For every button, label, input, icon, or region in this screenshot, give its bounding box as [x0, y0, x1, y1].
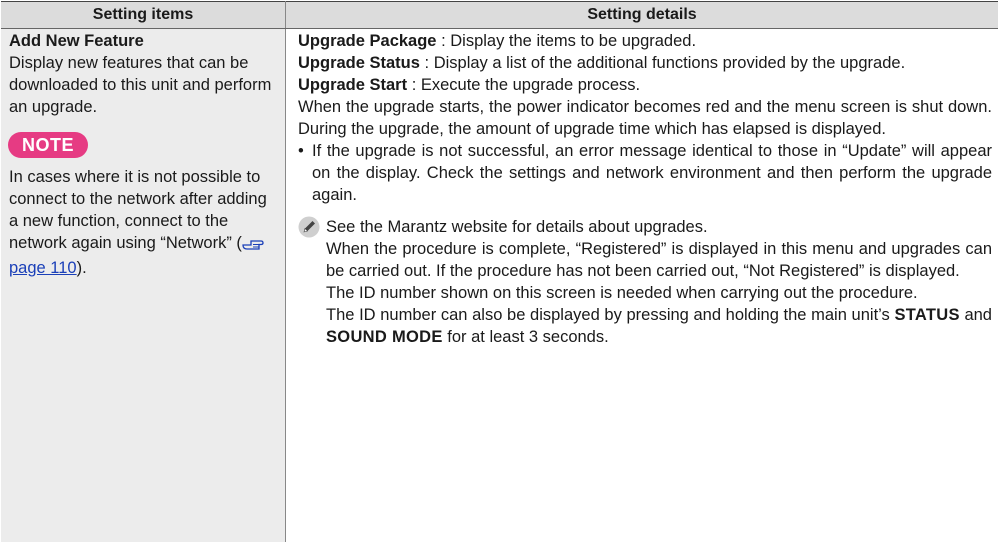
- header-setting-items: Setting items: [1, 2, 286, 29]
- memo-4-and: and: [960, 306, 992, 324]
- setting-details-cell: Upgrade Package : Display the items to b…: [286, 29, 999, 542]
- status-key-label: STATUS: [894, 306, 959, 324]
- note-text-end: ).: [77, 259, 87, 277]
- memo-4-end: for at least 3 seconds.: [443, 328, 609, 346]
- table-row: Add New Feature Display new features tha…: [1, 29, 998, 542]
- memo-line-2: When the procedure is complete, “Registe…: [326, 238, 992, 282]
- upgrade-status-line: Upgrade Status : Display a list of the a…: [298, 52, 992, 74]
- table-header-row: Setting items Setting details: [1, 2, 998, 29]
- upgrade-start-label: Upgrade Start: [298, 76, 407, 94]
- upgrade-package-line: Upgrade Package : Display the items to b…: [298, 30, 992, 52]
- memo-line-4: The ID number can also be displayed by p…: [326, 304, 992, 348]
- note-badge: NOTE: [8, 132, 88, 158]
- upgrade-start-text: : Execute the upgrade process.: [407, 76, 640, 94]
- bullet-mark: •: [298, 140, 304, 162]
- settings-table: Setting items Setting details Add New Fe…: [1, 1, 998, 542]
- upgrade-start-paragraph: When the upgrade starts, the power indic…: [298, 96, 992, 140]
- page-reference-icon: [242, 235, 264, 257]
- header-setting-details: Setting details: [286, 2, 999, 29]
- page-110-link[interactable]: page 110: [9, 259, 77, 277]
- list-item: • If the upgrade is not successful, an e…: [298, 140, 992, 206]
- upgrade-status-label: Upgrade Status: [298, 54, 420, 72]
- sound-mode-key-label: SOUND MODE: [326, 328, 443, 346]
- bullet-text: If the upgrade is not successful, an err…: [312, 142, 992, 204]
- memo-line-1: See the Marantz website for details abou…: [326, 216, 992, 238]
- upgrade-package-text: : Display the items to be upgraded.: [436, 32, 696, 50]
- feature-title: Add New Feature: [9, 30, 277, 52]
- memo-4-text: The ID number can also be displayed by p…: [326, 306, 894, 324]
- memo-block: See the Marantz website for details abou…: [298, 216, 992, 348]
- upgrade-package-label: Upgrade Package: [298, 32, 436, 50]
- memo-line-3: The ID number shown on this screen is ne…: [326, 282, 992, 304]
- setting-item-cell: Add New Feature Display new features tha…: [1, 29, 286, 542]
- note-text: In cases where it is not possible to con…: [9, 166, 277, 279]
- upgrade-status-text: : Display a list of the additional funct…: [420, 54, 905, 72]
- feature-description: Display new features that can be downloa…: [9, 52, 277, 118]
- upgrade-start-line: Upgrade Start : Execute the upgrade proc…: [298, 74, 992, 96]
- note-text-main: In cases where it is not possible to con…: [9, 168, 267, 252]
- pencil-memo-icon: [298, 216, 320, 238]
